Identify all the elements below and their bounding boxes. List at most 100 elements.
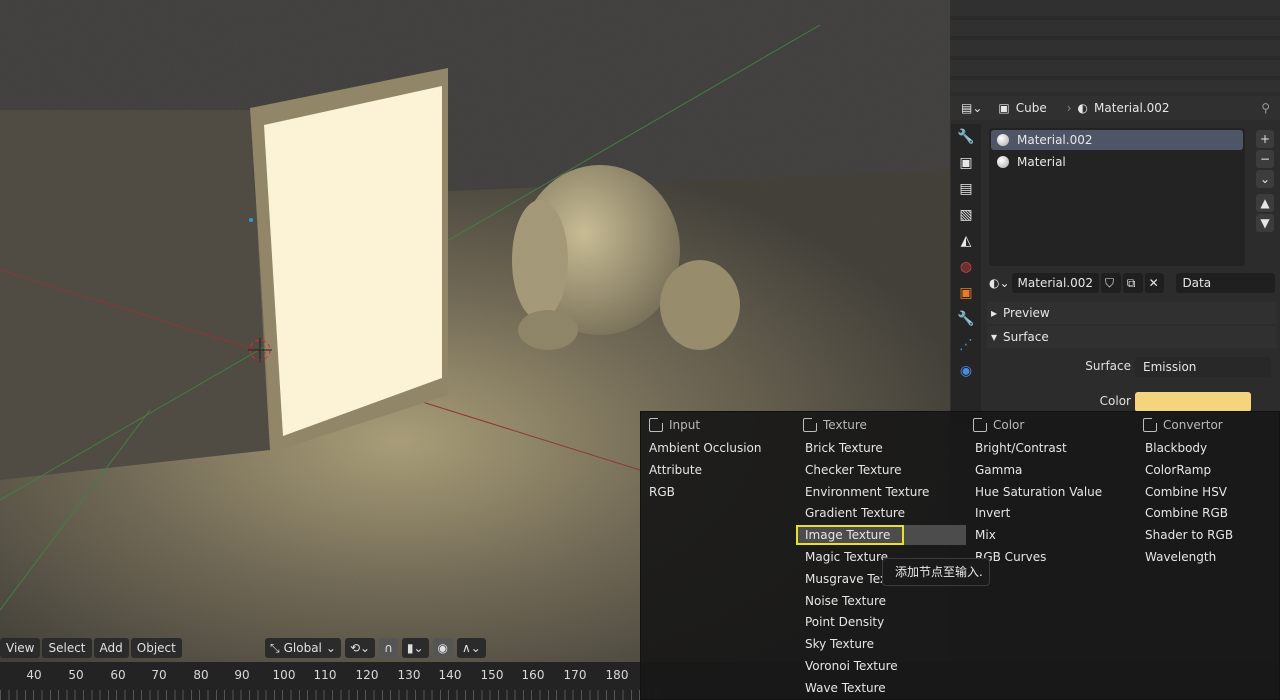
pin-icon[interactable]: ⚲ [1261, 101, 1270, 115]
link-dropdown[interactable]: Data [1176, 273, 1276, 293]
menu-item-image-texture[interactable]: Image Texture [797, 525, 967, 547]
preview-panel-header[interactable]: ▸ Preview [987, 302, 1277, 324]
move-up-button[interactable]: ▲ [1256, 194, 1274, 212]
menu-item[interactable]: Wavelength [1137, 547, 1277, 569]
frame-label: 150 [480, 668, 504, 682]
pivot-dropdown[interactable]: ⟲⌄ [344, 638, 376, 658]
menu-item[interactable]: Gamma [967, 460, 1137, 482]
chevron-down-icon: ⌄ [325, 641, 336, 655]
render-tab-icon[interactable]: ▣ [951, 150, 981, 176]
particles-tab-icon[interactable]: ⋰ [951, 332, 981, 358]
snap-target-dropdown[interactable]: ▮⌄ [401, 638, 429, 658]
menu-column-header: Texture [797, 412, 967, 438]
frame-label: 50 [68, 668, 84, 682]
category-icon [803, 418, 817, 432]
menu-object[interactable]: Object [130, 638, 182, 658]
material-slot[interactable]: Material.002 [991, 130, 1243, 150]
menu-column-header: Convertor [1137, 412, 1277, 438]
menu-item[interactable]: Wave Texture [797, 678, 967, 700]
menu-item[interactable]: Sky Texture [797, 634, 967, 656]
frame-label: 170 [563, 668, 587, 682]
frame-label: 40 [26, 668, 42, 682]
menu-item[interactable]: Combine HSV [1137, 482, 1277, 504]
object-tab-icon[interactable]: ▣ [951, 280, 981, 306]
menu-item[interactable]: Point Density [797, 612, 967, 634]
scene-tab-icon[interactable]: ◭ [951, 228, 981, 254]
menu-add[interactable]: Add [93, 638, 129, 658]
menu-column-header: Input [641, 412, 796, 438]
menu-item[interactable]: Environment Texture [797, 482, 967, 504]
material-name-field[interactable]: Material.002 [1011, 273, 1099, 293]
frame-label: 140 [438, 668, 462, 682]
frame-label: 120 [355, 668, 379, 682]
menu-item[interactable]: Combine RGB [1137, 503, 1277, 525]
frame-label: 110 [313, 668, 337, 682]
proportional-edit-toggle[interactable]: ◉ [432, 638, 454, 658]
slot-specials-button[interactable]: ⌄ [1256, 170, 1274, 188]
frame-ruler: 40 50 60 70 80 90 100 110 120 130 140 15… [0, 666, 660, 686]
menu-item[interactable]: Invert [967, 503, 1137, 525]
menu-view[interactable]: View [0, 638, 41, 658]
material-datablock-row: ◐⌄ Material.002 ⛉ ⧉ ✕ Data [989, 272, 1276, 294]
remove-slot-button[interactable]: − [1256, 150, 1274, 168]
menu-item[interactable]: Attribute [641, 460, 796, 482]
material-ball-icon [997, 134, 1009, 146]
menu-item[interactable]: Brick Texture [797, 438, 967, 460]
menu-item[interactable]: Shader to RGB [1137, 525, 1277, 547]
snap-toggle[interactable]: ∩ [379, 638, 398, 658]
material-slot[interactable]: Material [991, 152, 1243, 172]
falloff-dropdown[interactable]: ∧⌄ [457, 638, 486, 658]
menu-column-texture: Texture Brick Texture Checker Texture En… [797, 412, 967, 700]
color-label: Color [1099, 394, 1131, 408]
menu-item[interactable]: RGB Curves [967, 547, 1137, 569]
breadcrumb-material: Material.002 [1094, 101, 1170, 115]
tool-tab-icon[interactable]: 🔧 [951, 124, 981, 150]
world-tab-icon[interactable]: ◍ [951, 254, 981, 280]
chevron-down-icon: ▾ [991, 330, 998, 344]
orientation-dropdown[interactable]: ⤡ Global ⌄ [265, 638, 341, 658]
menu-item[interactable]: Checker Texture [797, 460, 967, 482]
menu-item[interactable]: Noise Texture [797, 591, 967, 613]
menu-item[interactable]: ColorRamp [1137, 460, 1277, 482]
chevron-right-icon: ▸ [991, 306, 998, 320]
transform-orientation-icon: ⤡ [270, 640, 280, 655]
emission-color-swatch[interactable] [1135, 392, 1251, 412]
viewport-menu-bar: View Select Add Object [0, 638, 182, 660]
unlink-icon[interactable]: ✕ [1144, 273, 1165, 293]
menu-select[interactable]: Select [42, 638, 92, 658]
frame-label: 100 [272, 668, 296, 682]
menu-item[interactable]: RGB [641, 482, 796, 504]
editor-type-icon[interactable]: ▤⌄ [961, 101, 982, 115]
duplicate-icon[interactable]: ⧉ [1122, 273, 1143, 293]
frame-label: 130 [397, 668, 421, 682]
frame-label: 180 [605, 668, 629, 682]
menu-item[interactable]: Gradient Texture [797, 503, 967, 525]
magnet-icon: ∩ [384, 641, 393, 655]
properties-tabs: 🔧 ▣ ▤ ▧ ◭ ◍ ▣ 🔧 ⋰ ◉ [951, 124, 981, 424]
menu-column-input: Input Ambient Occlusion Attribute RGB [641, 412, 796, 503]
chevron-right-icon: › [1066, 101, 1072, 115]
output-tab-icon[interactable]: ▤ [951, 176, 981, 202]
fake-user-icon[interactable]: ⛉ [1101, 273, 1121, 293]
browse-material-icon[interactable]: ◐⌄ [989, 276, 1010, 290]
add-slot-button[interactable]: + [1256, 130, 1274, 148]
menu-item[interactable]: Bright/Contrast [967, 438, 1137, 460]
surface-label: Surface [1085, 359, 1131, 373]
move-down-button[interactable]: ▼ [1256, 214, 1274, 232]
menu-item[interactable]: Ambient Occlusion [641, 438, 796, 460]
modifier-tab-icon[interactable]: 🔧 [951, 306, 981, 332]
menu-item[interactable]: Mix [967, 525, 1137, 547]
material-slot-list[interactable]: Material.002 Material [989, 128, 1245, 266]
menu-item[interactable]: Blackbody [1137, 438, 1277, 460]
frame-label: 70 [151, 668, 167, 682]
physics-tab-icon[interactable]: ◉ [951, 358, 981, 384]
properties-breadcrumb: ▤⌄ ▣ Cube › ◐ Material.002 ⚲ [951, 96, 1280, 120]
menu-item[interactable]: Hue Saturation Value [967, 482, 1137, 504]
category-icon [1143, 418, 1157, 432]
object-icon: ▣ [998, 101, 1010, 115]
outliner-area [951, 0, 1280, 92]
menu-item[interactable]: Voronoi Texture [797, 656, 967, 678]
surface-panel-header[interactable]: ▾ Surface [987, 326, 1277, 348]
view-layer-tab-icon[interactable]: ▧ [951, 202, 981, 228]
surface-shader-field[interactable]: Emission [1135, 357, 1271, 377]
